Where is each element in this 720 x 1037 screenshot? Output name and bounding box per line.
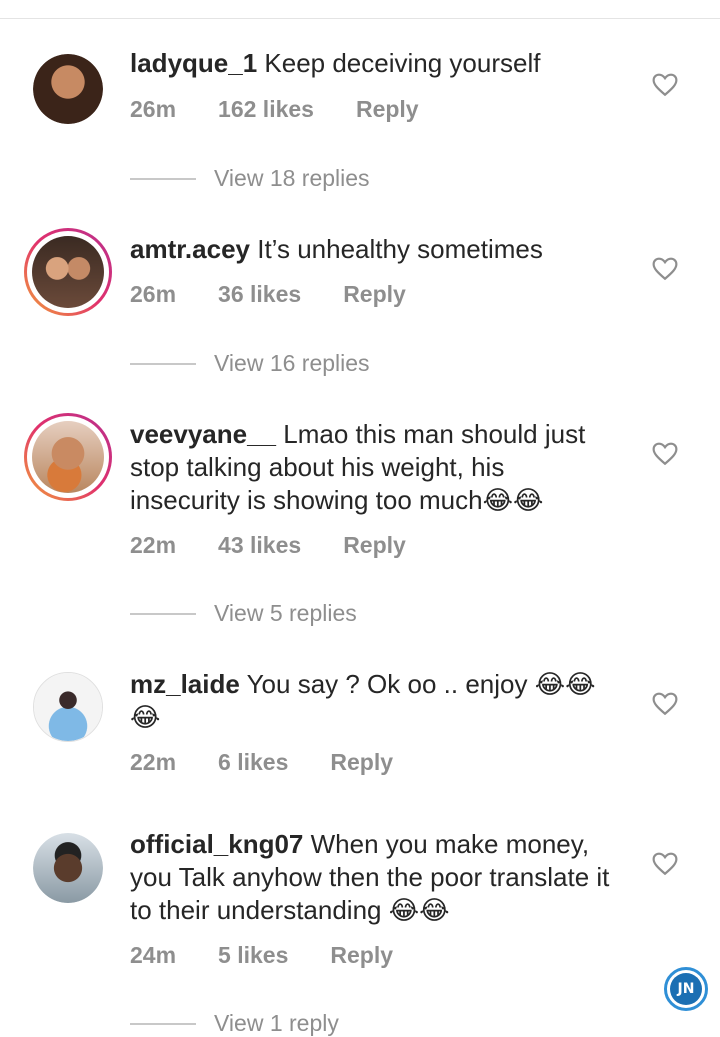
avatar[interactable]	[33, 672, 103, 742]
emoji-group: 😂😂	[388, 895, 450, 925]
comment-meta: 24m 5 likes Reply	[130, 942, 435, 969]
timestamp: 26m	[130, 96, 177, 122]
view-replies-button[interactable]: View 18 replies	[130, 165, 370, 192]
avatar[interactable]	[24, 228, 112, 316]
comment-body: You say ? Ok oo .. enjoy	[246, 669, 528, 699]
likes-count[interactable]: 6 likes	[218, 749, 288, 776]
username[interactable]: ladyque_1	[130, 48, 257, 78]
reply-button[interactable]: Reply	[330, 942, 393, 969]
comment-text: mz_laide You say ? Ok oo .. enjoy 😂😂😂	[130, 668, 620, 734]
likes-count[interactable]: 5 likes	[218, 942, 288, 969]
heart-icon[interactable]	[652, 442, 678, 466]
avatar[interactable]	[33, 54, 103, 124]
view-replies-label: View 18 replies	[214, 165, 370, 191]
heart-icon[interactable]	[652, 692, 678, 716]
replies-divider	[130, 1022, 196, 1025]
timestamp: 26m	[130, 281, 177, 307]
emoji-group: 😂😂	[482, 485, 544, 515]
heart-icon[interactable]	[652, 257, 678, 281]
replies-divider	[130, 612, 196, 615]
likes-count[interactable]: 36 likes	[218, 281, 301, 308]
heart-icon[interactable]	[652, 852, 678, 876]
replies-divider	[130, 362, 196, 365]
username[interactable]: veevyane__	[130, 419, 276, 449]
username[interactable]: mz_laide	[130, 669, 240, 699]
timestamp: 22m	[130, 749, 177, 775]
view-replies-label: View 1 reply	[214, 1010, 339, 1036]
reply-button[interactable]: Reply	[356, 96, 419, 123]
comment-body: Keep deceiving yourself	[264, 48, 541, 78]
username[interactable]: official_kng07	[130, 829, 303, 859]
top-divider	[0, 18, 720, 19]
comment-meta: 22m 43 likes Reply	[130, 532, 448, 559]
comment-text: ladyque_1 Keep deceiving yourself	[130, 47, 630, 80]
view-replies-button[interactable]: View 5 replies	[130, 600, 357, 627]
view-replies-button[interactable]: View 16 replies	[130, 350, 370, 377]
reply-button[interactable]: Reply	[330, 749, 393, 776]
reply-button[interactable]: Reply	[343, 532, 406, 559]
timestamp: 22m	[130, 532, 177, 558]
comment-text: amtr.acey It’s unhealthy sometimes	[130, 233, 630, 266]
likes-count[interactable]: 43 likes	[218, 532, 301, 559]
timestamp: 24m	[130, 942, 177, 968]
username[interactable]: amtr.acey	[130, 234, 250, 264]
reply-button[interactable]: Reply	[343, 281, 406, 308]
view-replies-label: View 16 replies	[214, 350, 370, 376]
comment-meta: 22m 6 likes Reply	[130, 749, 435, 776]
comment-meta: 26m 162 likes Reply	[130, 96, 461, 123]
view-replies-button[interactable]: View 1 reply	[130, 1010, 339, 1037]
heart-icon[interactable]	[652, 73, 678, 97]
comment-text: official_kng07 When you make money, you …	[130, 828, 630, 927]
replies-divider	[130, 177, 196, 180]
comment-body: It’s unhealthy sometimes	[257, 234, 543, 264]
likes-count[interactable]: 162 likes	[218, 96, 314, 123]
avatar[interactable]	[33, 833, 103, 903]
watermark-logo: JN	[664, 967, 708, 1011]
watermark-text: JN	[670, 973, 702, 1005]
view-replies-label: View 5 replies	[214, 600, 357, 626]
comment-meta: 26m 36 likes Reply	[130, 281, 448, 308]
avatar[interactable]	[24, 413, 112, 501]
comment-text: veevyane__ Lmao this man should just sto…	[130, 418, 600, 517]
